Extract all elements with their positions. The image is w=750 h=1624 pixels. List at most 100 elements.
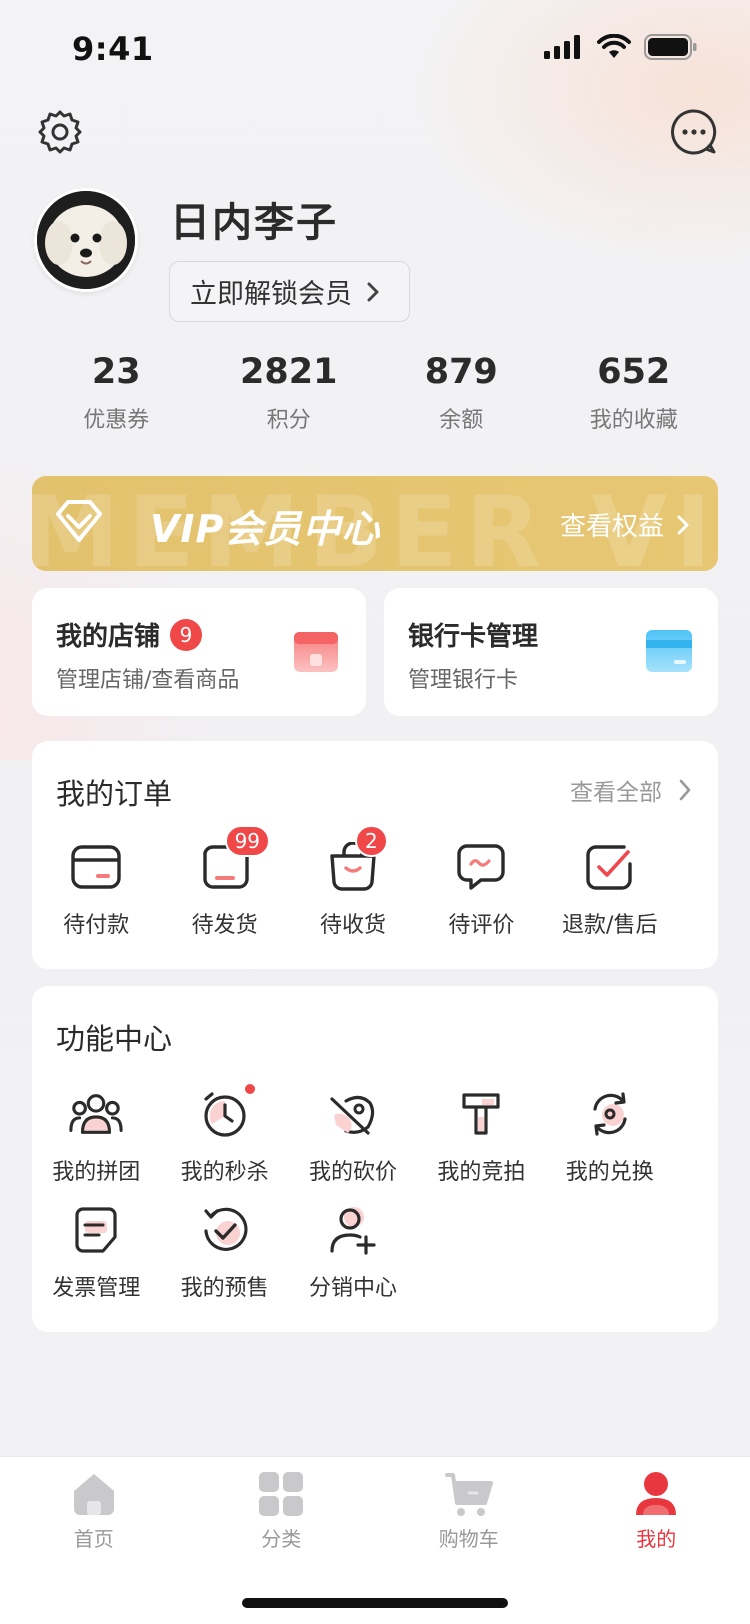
category-icon	[259, 1472, 304, 1516]
tab-label: 我的	[636, 1527, 677, 1551]
cart-icon	[444, 1473, 493, 1516]
func-exchange[interactable]: 我的兑换	[546, 1086, 674, 1186]
group-icon	[68, 1086, 124, 1142]
func-bargain[interactable]: 我的砍价	[289, 1086, 417, 1186]
func-flash-sale[interactable]: 我的秒杀	[160, 1082, 288, 1186]
signal-icon	[544, 35, 580, 59]
battery-icon	[644, 34, 697, 60]
order-badge: 2	[354, 825, 388, 857]
shop-card-title: 我的店铺	[56, 622, 161, 652]
tab-cart[interactable]: 购物车	[375, 1471, 563, 1552]
tab-category[interactable]: 分类	[188, 1471, 376, 1552]
username: 日内李子	[170, 200, 338, 246]
func-presale[interactable]: 我的预售	[160, 1202, 288, 1302]
message-button[interactable]	[668, 106, 720, 158]
order-pending-shipment[interactable]: 99 待发货	[160, 825, 288, 939]
func-item-label: 我的预售	[180, 1276, 269, 1301]
order-pending-payment[interactable]: 待付款	[32, 839, 160, 939]
stat-favorites[interactable]: 652 我的收藏	[548, 352, 721, 434]
stat-value: 652	[597, 352, 671, 392]
wallet-icon	[68, 839, 124, 895]
order-item-label: 待付款	[63, 913, 130, 938]
auction-hammer-icon	[453, 1086, 509, 1142]
settings-button[interactable]	[34, 106, 86, 158]
alarm-clock-icon	[197, 1082, 257, 1142]
stat-points[interactable]: 2821 积分	[203, 352, 376, 434]
add-user-icon	[325, 1202, 381, 1258]
wifi-icon	[597, 34, 631, 58]
order-item-label: 待收货	[319, 913, 386, 938]
order-item-label: 退款/售后	[562, 913, 658, 938]
func-auction[interactable]: 我的竞拍	[417, 1086, 545, 1186]
bank-card[interactable]: 银行卡管理 管理银行卡	[384, 588, 718, 716]
vip-link-label: 查看权益	[559, 512, 664, 542]
bank-card-subtitle: 管理银行卡	[408, 668, 519, 693]
orders-section: 我的订单 查看全部 待付款 99 待发货 2 待收货 待评价 退款/售后	[32, 741, 718, 969]
orders-title: 我的订单	[56, 777, 173, 811]
stat-label: 积分	[266, 408, 311, 433]
order-pending-review[interactable]: 待评价	[417, 839, 545, 939]
presale-icon	[197, 1202, 253, 1258]
bag-icon: 2	[325, 825, 388, 895]
invoice-icon	[68, 1202, 124, 1258]
shop-badge: 9	[170, 618, 203, 651]
order-item-label: 待发货	[191, 913, 258, 938]
stat-label: 余额	[439, 408, 484, 433]
order-badge: 99	[224, 825, 271, 857]
vip-benefits-link[interactable]: 查看权益	[560, 506, 690, 543]
vip-banner[interactable]: MEMBER VIP VIP会员中心 查看权益	[32, 476, 718, 571]
notification-dot	[242, 1082, 257, 1096]
stat-label: 我的收藏	[589, 408, 678, 433]
cut-price-icon	[325, 1086, 381, 1142]
order-refund-aftersale[interactable]: 退款/售后	[546, 839, 674, 939]
package-icon: 99	[197, 825, 271, 895]
func-group-buy[interactable]: 我的拼团	[32, 1086, 160, 1186]
checkbox-icon	[582, 839, 638, 895]
message-bubble-icon	[671, 109, 717, 155]
stat-value: 23	[91, 352, 141, 392]
stat-value: 879	[424, 352, 498, 392]
stat-value: 2821	[240, 352, 338, 392]
func-distribution[interactable]: 分销中心	[289, 1202, 417, 1302]
unlock-member-button[interactable]: 立即解锁会员	[169, 261, 410, 322]
diamond-icon	[56, 500, 102, 542]
user-icon	[636, 1472, 677, 1515]
func-item-label: 分销中心	[308, 1276, 397, 1301]
tab-mine[interactable]: 我的	[563, 1471, 750, 1552]
func-item-label: 我的秒杀	[180, 1160, 269, 1185]
tab-label: 首页	[73, 1527, 114, 1551]
chevron-right-icon	[677, 515, 689, 534]
func-invoice[interactable]: 发票管理	[32, 1202, 160, 1302]
tab-label: 购物车	[438, 1527, 499, 1551]
shop-card-title-row: 我的店铺 9	[56, 616, 203, 653]
gear-icon	[38, 110, 82, 154]
puppy-avatar-icon	[37, 191, 135, 289]
tab-home[interactable]: 首页	[0, 1471, 188, 1552]
func-item-label: 我的竞拍	[437, 1160, 526, 1185]
orders-view-all-label: 查看全部	[570, 780, 662, 806]
function-center-title: 功能中心	[56, 1022, 173, 1056]
exchange-icon	[582, 1086, 638, 1142]
func-item-label: 我的兑换	[565, 1160, 654, 1185]
bank-card-title: 银行卡管理	[408, 622, 539, 652]
function-center-section: 功能中心 我的拼团 我的秒杀 我的砍价 我的竞拍 我的兑换 发票管理 我的预售 …	[32, 986, 718, 1332]
shop-icon	[294, 632, 338, 672]
tab-label: 分类	[261, 1527, 302, 1551]
order-pending-receipt[interactable]: 2 待收货	[289, 825, 417, 939]
home-icon	[73, 1474, 114, 1515]
order-item-label: 待评价	[448, 913, 515, 938]
func-item-label: 我的拼团	[52, 1160, 141, 1185]
func-item-label: 我的砍价	[308, 1160, 397, 1185]
chevron-right-icon	[679, 779, 691, 801]
stat-coupons[interactable]: 23 优惠券	[30, 352, 203, 434]
avatar[interactable]	[34, 188, 138, 292]
stats-row: 23 优惠券 2821 积分 879 余额 652 我的收藏	[30, 352, 720, 434]
orders-view-all[interactable]: 查看全部	[570, 773, 692, 807]
stat-balance[interactable]: 879 余额	[375, 352, 548, 434]
shop-card-subtitle: 管理店铺/查看商品	[56, 668, 240, 693]
bank-card-icon	[646, 630, 692, 672]
stat-label: 优惠券	[83, 408, 150, 433]
home-indicator	[242, 1598, 508, 1608]
chevron-right-icon	[367, 282, 379, 301]
shop-card[interactable]: 我的店铺 9 管理店铺/查看商品	[32, 588, 366, 716]
